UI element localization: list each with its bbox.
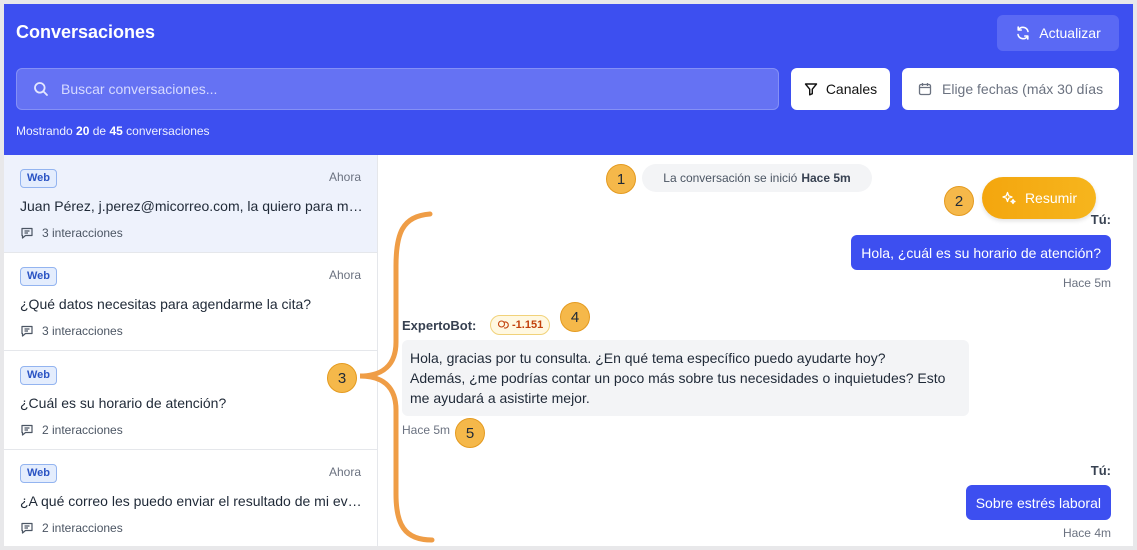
conversation-item[interactable]: Web Ahora ¿A qué correo les puedo enviar… [4,450,377,546]
channels-filter-button[interactable]: Canales [791,68,890,110]
chat-bubble-icon [20,324,34,338]
refresh-label: Actualizar [1039,25,1101,41]
conversation-preview: Juan Pérez, j.perez@micorreo.com, la qui… [20,198,365,214]
channel-badge: Web [20,464,58,483]
chat-bubble-icon [20,521,34,535]
message-time: Hace 4m [1062,526,1111,540]
conversation-preview: ¿Cuál es su horario de atención? [20,395,227,411]
conversation-preview: ¿Qué datos necesitas para agendarme la c… [20,296,312,312]
conversation-item[interactable]: Web Ahora ¿Qué datos necesitas para agen… [4,253,377,351]
channels-label: Canales [825,81,878,97]
annotation-marker-3: 3 [327,363,357,393]
search-box[interactable] [16,68,779,110]
interaction-count: 3 interacciones [20,226,123,240]
user-message-bubble: Sobre estrés laboral [965,485,1111,520]
app-frame: Conversaciones Actualizar Buscar convers… [4,4,1133,546]
chat-pane: La conversación se inició Hace 5m Resumi… [378,155,1133,546]
refresh-button[interactable]: Actualizar [997,15,1119,51]
conversation-start-notice: La conversación se inició Hace 5m [642,164,872,192]
conversation-item[interactable]: Web Ahora Juan Pérez, j.perez@micorreo.c… [4,155,377,253]
annotation-marker-2: 2 [944,186,974,216]
channel-badge: Web [20,366,58,385]
conversation-list: Web Ahora Juan Pérez, j.perez@micorreo.c… [4,155,378,546]
conversation-preview: ¿A qué correo les puedo enviar el result… [20,493,365,509]
summarize-button[interactable]: Resumir [982,177,1096,219]
bot-author: ExpertoBot: [402,318,477,333]
annotation-marker-5: 5 [455,418,485,448]
annotation-marker-1: 1 [606,164,636,194]
results-count: Mostrando 20 de 45 conversaciones [16,124,210,138]
header: Conversaciones Actualizar Buscar convers… [4,4,1133,155]
interaction-count: 2 interacciones [20,521,123,535]
interaction-count: 2 interacciones [20,423,123,437]
chat-bubble-icon [20,226,34,240]
annotation-marker-4: 4 [560,302,590,332]
conversation-item[interactable]: Web ¿Cuál es su horario de atención? 2 i… [4,352,377,450]
date-range-picker[interactable]: Elige fechas (máx 30 días [902,68,1119,110]
search-input[interactable] [61,81,741,97]
channel-badge: Web [20,169,58,188]
page-title: Conversaciones [16,22,156,42]
message-time: Hace 5m [1062,276,1111,290]
conversation-time: Ahora [328,465,361,479]
conversation-time: Ahora [328,268,361,282]
search-icon [33,81,49,97]
refresh-icon [1015,25,1031,41]
summarize-label: Resumir [1024,190,1078,206]
message-author: Tú: [1090,463,1111,478]
calendar-icon [918,82,932,96]
coins-icon [497,319,509,331]
channel-badge: Web [20,267,58,286]
user-message-bubble: Hola, ¿cuál es su horario de atención? [851,235,1111,270]
date-range-placeholder: Elige fechas (máx 30 días [942,81,1104,97]
sparkle-icon [1001,190,1017,206]
interaction-count: 3 interacciones [20,324,123,338]
token-cost-badge: -1.151 [490,315,551,335]
bot-message-bubble: Hola, gracias por tu consulta. ¿En qué t… [402,340,969,416]
message-time: Hace 5m [402,423,451,437]
chat-bubble-icon [20,423,34,437]
filter-icon [804,82,818,96]
message-author: Tú: [1090,212,1111,227]
conversation-time: Ahora [328,170,361,184]
